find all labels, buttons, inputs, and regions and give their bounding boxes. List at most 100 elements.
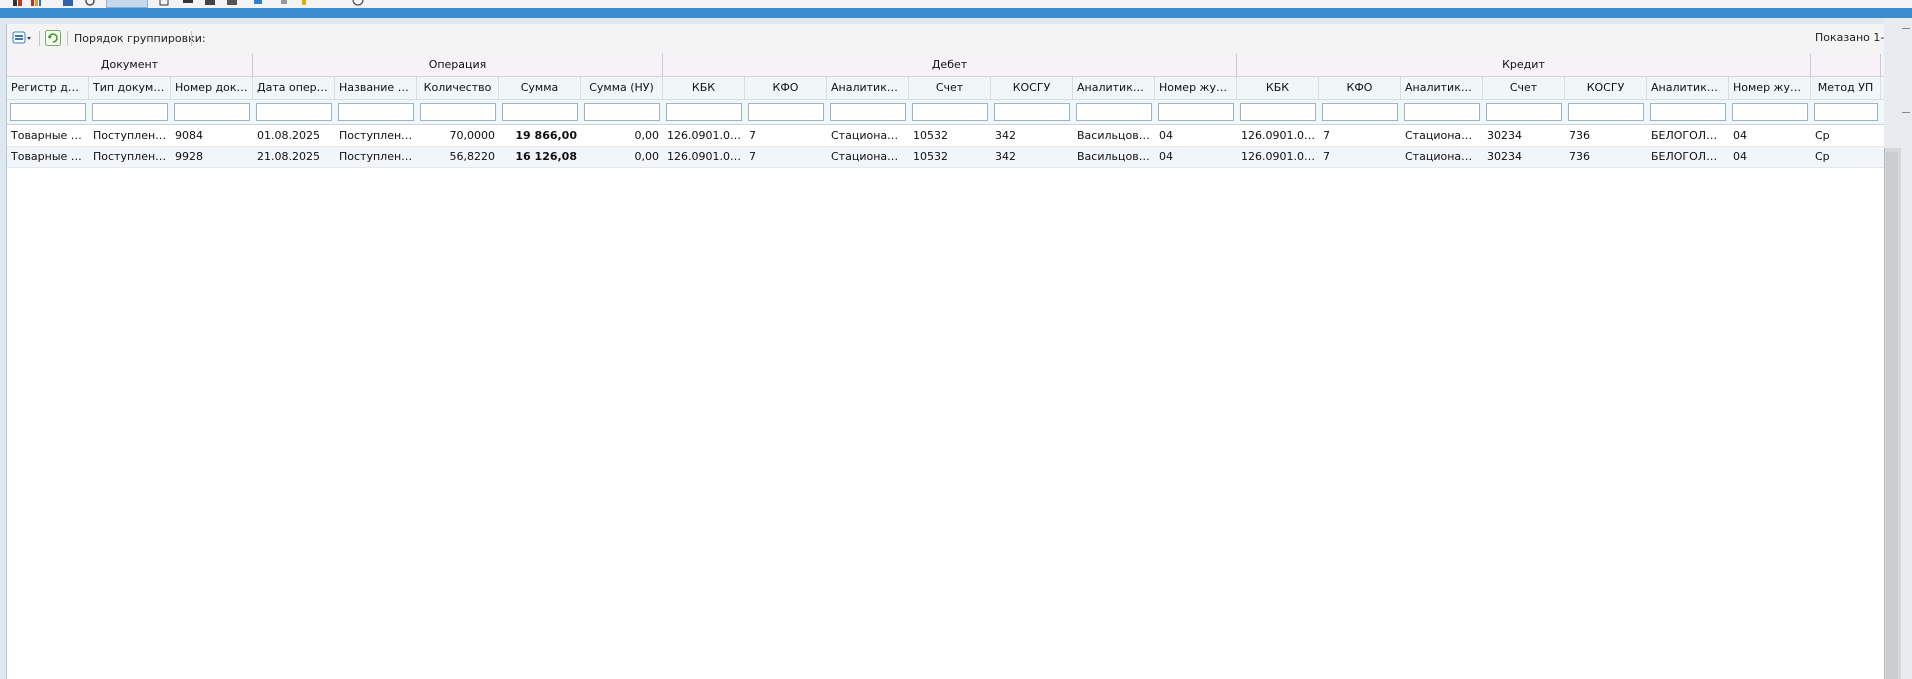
column-filter-input[interactable]	[338, 103, 414, 121]
table-cell: 10532	[913, 129, 948, 142]
column-header[interactable]: Аналитика с...	[1073, 77, 1155, 99]
column-filter-input[interactable]	[10, 103, 86, 121]
app-toolbar	[0, 0, 1912, 8]
selected-tool-icon[interactable]	[106, 0, 148, 8]
group-header: Кредит	[1237, 54, 1811, 76]
table-cell: Васильцова ...	[1077, 129, 1155, 142]
refresh-icon	[45, 30, 61, 46]
column-filter-input[interactable]	[92, 103, 168, 121]
column-header[interactable]: Название п...	[335, 77, 417, 99]
refresh-icon[interactable]	[84, 0, 96, 6]
column-filter-input[interactable]	[748, 103, 824, 121]
column-header[interactable]: Тип докуме...	[89, 77, 171, 99]
column-header[interactable]: Количество	[417, 77, 499, 99]
column-filter-input[interactable]	[994, 103, 1070, 121]
panel-resize-handle[interactable]	[1902, 28, 1910, 29]
flash-icon[interactable]	[298, 0, 310, 6]
column-filter-input[interactable]	[1322, 103, 1398, 121]
users-icon[interactable]	[12, 0, 24, 6]
scrollbar-thumb[interactable]	[1886, 152, 1898, 679]
column-header[interactable]: Номер журн...	[1729, 77, 1811, 99]
column-header[interactable]: Дата опера...	[253, 77, 335, 99]
column-filter-input[interactable]	[256, 103, 332, 121]
table-cell: 0,00	[634, 150, 660, 163]
table-cell: 7	[749, 150, 756, 163]
column-filter-input[interactable]	[1404, 103, 1480, 121]
column-header[interactable]: Счет	[1483, 77, 1565, 99]
table-cell: 0,00	[634, 129, 660, 142]
panel-resize-handle[interactable]	[1902, 112, 1910, 113]
group-order-drop-zone[interactable]	[191, 31, 192, 46]
column-filter-input[interactable]	[1158, 103, 1234, 121]
clock-icon[interactable]	[352, 0, 364, 6]
operations-grid: Документ Операция Дебет Кредит Регистр док.…	[7, 54, 1885, 674]
column-header[interactable]: Счет	[909, 77, 991, 99]
table-icon[interactable]	[226, 0, 238, 6]
column-filter-input[interactable]	[666, 103, 742, 121]
table-cell: 9084	[175, 129, 203, 142]
column-filter-input[interactable]	[1732, 103, 1808, 121]
column-filter-input[interactable]	[584, 103, 660, 121]
column-filter-input[interactable]	[1650, 103, 1726, 121]
column-header[interactable]: Аналитика ...	[827, 77, 909, 99]
refresh-button[interactable]	[45, 30, 61, 46]
table-view-icon	[12, 31, 31, 44]
column-filter-input[interactable]	[502, 103, 578, 121]
column-header[interactable]: Метод УП	[1811, 77, 1881, 99]
column-filter-input[interactable]	[1076, 103, 1152, 121]
toolbar-separator	[39, 31, 40, 46]
group-header: Документ	[7, 54, 253, 76]
column-header[interactable]: КБК	[663, 77, 745, 99]
column-filter-input[interactable]	[420, 103, 496, 121]
column-header[interactable]: Регистр док...	[7, 77, 89, 99]
table-cell: 342	[995, 150, 1016, 163]
table-cell: 19 866,00	[515, 129, 577, 142]
column-header[interactable]: КБК	[1237, 77, 1319, 99]
table-cell: СтационарО...	[831, 150, 909, 163]
table-cell: 70,0000	[449, 129, 496, 142]
edit-icon[interactable]	[182, 0, 194, 6]
column-header[interactable]: Аналитика с...	[1647, 77, 1729, 99]
column-filter-input[interactable]	[174, 103, 250, 121]
table-cell: 7	[1323, 129, 1330, 142]
table-cell: БЕЛОГОЛОВ...	[1651, 129, 1729, 142]
column-header[interactable]: Номер доку...	[171, 77, 253, 99]
table-cell: Поступлени...	[93, 129, 171, 142]
column-filter-input[interactable]	[1814, 103, 1878, 121]
table-cell: 7	[749, 129, 756, 142]
column-header[interactable]: КФО	[1319, 77, 1401, 99]
column-header[interactable]: Сумма (НУ)	[581, 77, 663, 99]
column-header[interactable]: Сумма	[499, 77, 581, 99]
column-filter-input[interactable]	[1486, 103, 1562, 121]
column-filter-input[interactable]	[1240, 103, 1316, 121]
table-cell: Поступлени...	[339, 129, 417, 142]
table-cell: Ср	[1815, 129, 1830, 142]
table-cell: 01.08.2025	[257, 129, 320, 142]
column-header[interactable]: Аналитика ...	[1401, 77, 1483, 99]
table-row[interactable]: Товарные н... Поступлени... 9084 01.08.2025…	[7, 126, 1885, 147]
table-cell: СтационарО...	[1405, 150, 1483, 163]
print-icon[interactable]	[204, 0, 216, 6]
column-header[interactable]: Номер журн...	[1155, 77, 1237, 99]
table-cell: 126.0901.00...	[667, 150, 745, 163]
view-menu-button[interactable]	[12, 30, 32, 46]
table-cell: 30234	[1487, 129, 1522, 142]
tool-icon[interactable]	[278, 0, 290, 6]
column-filter-input[interactable]	[830, 103, 906, 121]
table-row[interactable]: Товарные н... Поступлени... 9928 21.08.2025…	[7, 147, 1885, 168]
calendar-icon[interactable]	[62, 0, 74, 6]
column-header[interactable]: КФО	[745, 77, 827, 99]
table-cell: Товарные н...	[11, 129, 89, 142]
tag-icon[interactable]	[252, 0, 264, 6]
column-filter-input[interactable]	[1568, 103, 1644, 121]
chart-icon[interactable]	[30, 0, 42, 6]
group-order-label: Порядок группировки:	[74, 32, 206, 45]
table-cell: СтационарО...	[1405, 129, 1483, 142]
column-header[interactable]: КОСГУ	[991, 77, 1073, 99]
column-group-header: Документ Операция Дебет Кредит	[7, 54, 1885, 77]
table-cell: 342	[995, 129, 1016, 142]
column-header[interactable]: КОСГУ	[1565, 77, 1647, 99]
column-filter-input[interactable]	[912, 103, 988, 121]
title-band	[0, 8, 1912, 18]
document-icon[interactable]	[158, 0, 170, 6]
